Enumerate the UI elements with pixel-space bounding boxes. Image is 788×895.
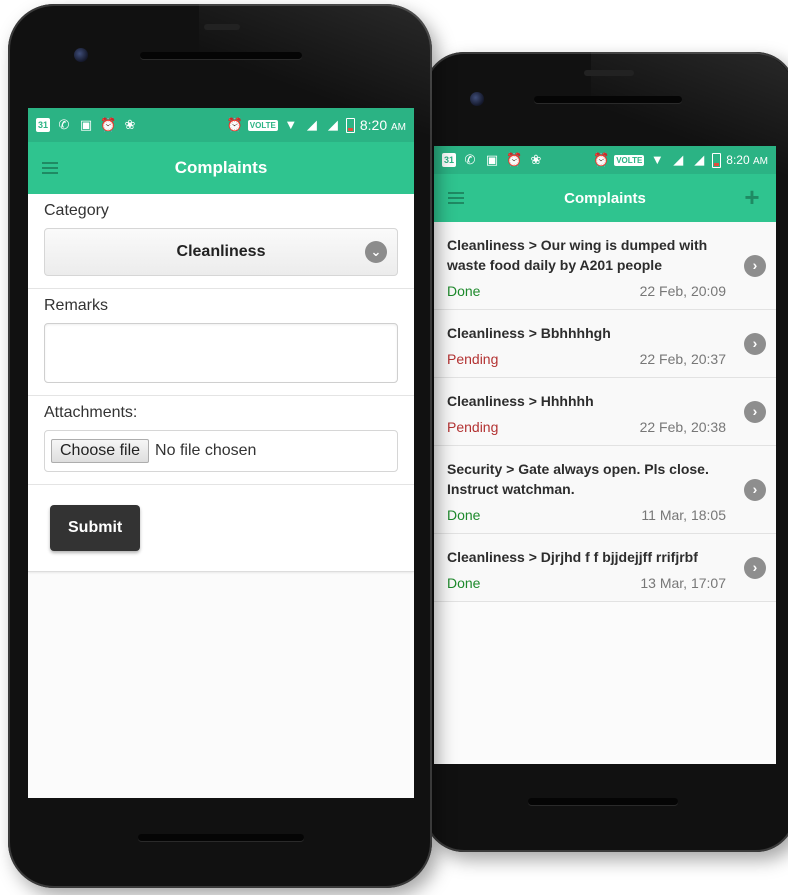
volte-badge: VOLTE [247,119,278,131]
wifi-icon: ▼ [284,117,298,132]
whatsapp-icon: ✆ [464,152,476,167]
complaint-list-item[interactable]: Cleanliness > Our wing is dumped with wa… [434,222,776,310]
file-input: Choose file No file chosen [44,430,398,472]
page-title: Complaints [174,158,268,177]
page-title: Complaints [564,189,646,207]
complaint-list-item[interactable]: Cleanliness > Bbhhhhgh Pending 22 Feb, 2… [434,310,776,378]
status-bar: 31 ✆ ▣ ⏰ ❀ ⏰ VOLTE ▼ ◢ ◢ 8:20 AM [28,108,414,142]
leaf-icon: ❀ [124,117,136,132]
chevron-right-icon[interactable]: › [744,556,766,579]
signal-icon: ◢ [327,117,338,132]
calendar-icon: 31 [442,153,456,167]
phone-earpiece [584,70,634,76]
category-selected-value: Cleanliness [176,243,266,260]
complaint-date: 22 Feb, 20:09 [639,283,726,299]
complaints-list-screen: 31 ✆ ▣ ⏰ ❀ ⏰ VOLTE ▼ ◢ ◢ 8:20 AM Complai… [434,146,776,764]
remarks-label: Remarks [44,297,109,314]
complaint-date: 11 Mar, 18:05 [641,507,726,523]
whatsapp-icon: ✆ [58,117,70,132]
alarm-icon: ⏰ [226,117,243,132]
complaint-status: Done [447,283,481,299]
complaint-title: Cleanliness > Our wing is dumped with wa… [447,237,708,273]
alarm-icon: ⏰ [506,152,523,167]
new-complaint-screen: 31 ✆ ▣ ⏰ ❀ ⏰ VOLTE ▼ ◢ ◢ 8:20 AM Complai… [28,108,414,798]
attachments-label: Attachments: [44,404,138,421]
category-select[interactable]: Cleanliness ⌄ [44,228,398,276]
gallery-icon: ▣ [79,117,93,132]
clock-ampm: AM [391,122,406,133]
alarm-icon: ⏰ [100,117,117,132]
gallery-icon: ▣ [485,152,499,167]
complaint-status: Done [447,575,481,591]
complaint-title: Cleanliness > Hhhhhh [447,393,594,409]
submit-button[interactable]: Submit [50,505,141,551]
wifi-icon: ▼ [650,152,664,167]
battery-icon [712,152,722,168]
complaint-date: 13 Mar, 17:07 [640,575,726,591]
bottom-speaker [138,834,304,841]
chevron-right-icon[interactable]: › [744,400,766,423]
complaint-status: Pending [447,351,499,367]
signal-icon: ◢ [694,152,705,167]
complaint-title: Cleanliness > Djrjhd f f bjjdejjff rrifj… [447,549,698,565]
remarks-section: Remarks [28,289,414,396]
hamburger-menu-icon[interactable] [448,192,464,204]
clock: 8:20 AM [360,117,406,133]
bottom-speaker [528,798,678,805]
top-speaker [140,52,302,59]
complaint-list-item[interactable]: Cleanliness > Djrjhd f f bjjdejjff rrifj… [434,534,776,602]
submit-section: Submit [28,485,414,571]
battery-icon [345,117,355,133]
front-camera [74,48,88,62]
chevron-right-icon[interactable]: › [744,478,766,501]
complaint-status: Done [447,507,481,523]
complaint-list-item[interactable]: Cleanliness > Hhhhhh Pending 22 Feb, 20:… [434,378,776,446]
status-bar: 31 ✆ ▣ ⏰ ❀ ⏰ VOLTE ▼ ◢ ◢ 8:20 AM [434,146,776,174]
chevron-right-icon[interactable]: › [744,254,766,277]
complaint-date: 22 Feb, 20:37 [639,351,726,367]
top-speaker [534,96,682,103]
add-complaint-button[interactable]: + [740,184,764,210]
category-section: Category Cleanliness ⌄ [28,194,414,289]
file-status-text: No file chosen [155,442,257,459]
complaint-date: 22 Feb, 20:38 [639,419,726,435]
signal-icon: ◢ [673,152,684,167]
category-label: Category [44,202,109,219]
clock-time: 8:20 [359,117,388,133]
complaint-title: Cleanliness > Bbhhhhgh [447,325,611,341]
signal-icon: ◢ [306,117,317,132]
complaint-list: Cleanliness > Our wing is dumped with wa… [434,222,776,602]
clock: 8:20 AM [726,153,768,167]
clock-time: 8:20 [726,153,750,167]
phone-right: 31 ✆ ▣ ⏰ ❀ ⏰ VOLTE ▼ ◢ ◢ 8:20 AM Complai… [424,52,788,852]
complaint-form: Category Cleanliness ⌄ Remarks Attachmen… [28,194,414,572]
remarks-textarea[interactable] [44,323,398,383]
calendar-icon: 31 [36,118,50,132]
phone-left: 31 ✆ ▣ ⏰ ❀ ⏰ VOLTE ▼ ◢ ◢ 8:20 AM Complai… [8,4,432,888]
phone-earpiece [204,24,240,30]
chevron-right-icon[interactable]: › [744,332,766,355]
complaint-title: Security > Gate always open. Pls close. … [447,461,709,497]
alarm-icon: ⏰ [593,152,610,167]
app-bar: Complaints + [434,174,776,222]
front-camera [470,92,484,106]
chevron-down-icon: ⌄ [365,241,387,263]
hamburger-menu-icon[interactable] [42,162,58,174]
clock-ampm: AM [753,156,768,167]
complaint-status: Pending [447,419,499,435]
volte-badge: VOLTE [614,154,645,166]
complaint-list-item[interactable]: Security > Gate always open. Pls close. … [434,446,776,534]
attachments-section: Attachments: Choose file No file chosen [28,396,414,485]
choose-file-button[interactable]: Choose file [51,439,150,463]
app-bar: Complaints [28,142,414,194]
leaf-icon: ❀ [530,152,542,167]
